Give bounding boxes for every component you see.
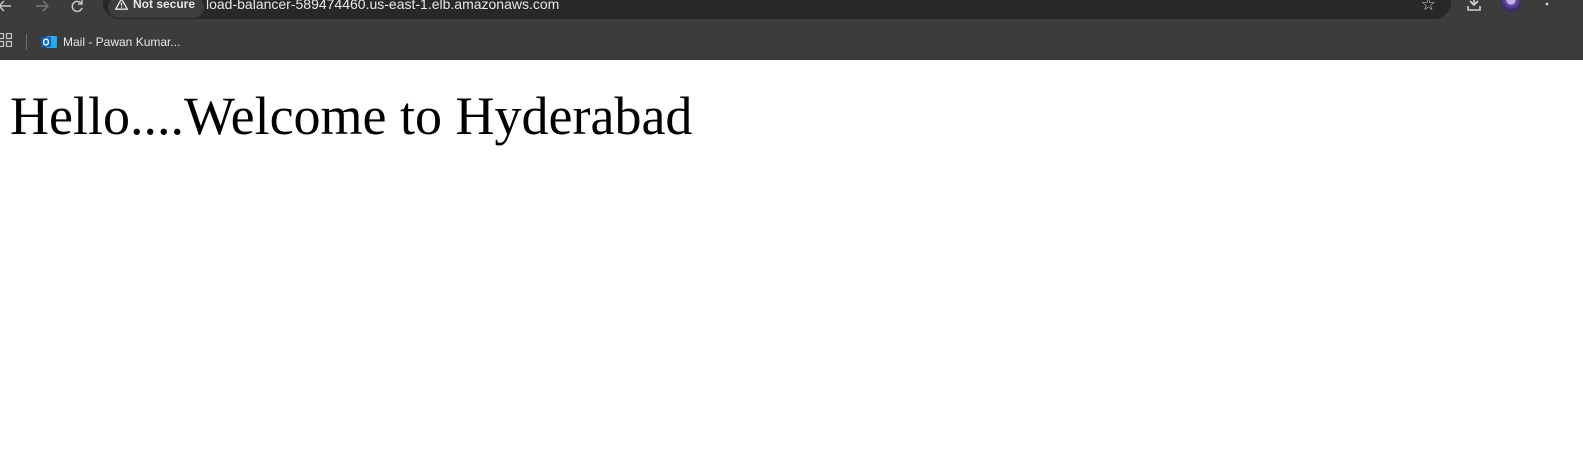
address-bar[interactable]: Not secure load-balancer-589474460.us-ea… [103, 0, 1451, 19]
arrow-right-icon [36, 0, 50, 12]
download-icon [1467, 0, 1481, 11]
security-indicator[interactable]: Not secure [108, 0, 205, 18]
download-button[interactable] [1466, 0, 1482, 17]
profile-avatar[interactable] [1501, 0, 1521, 12]
forward-button[interactable] [31, 0, 53, 14]
arrow-left-icon [0, 0, 11, 12]
reload-icon [71, 0, 83, 13]
apps-grid-icon[interactable] [0, 33, 12, 47]
page-content: Hello....Welcome to Hyderabad [0, 60, 1583, 470]
bookmark-label: Mail - Pawan Kumar... [63, 35, 181, 49]
bookmark-mail[interactable]: Mail - Pawan Kumar... [41, 31, 180, 53]
page-heading: Hello....Welcome to Hyderabad [10, 86, 693, 146]
browser-toolbar: Not secure load-balancer-589474460.us-ea… [0, 0, 1583, 24]
warning-icon [115, 0, 128, 10]
outlook-icon [41, 36, 57, 48]
reload-button[interactable] [66, 0, 88, 14]
bookmark-star-icon[interactable]: ☆ [1421, 0, 1436, 13]
bookmarks-bar: Mail - Pawan Kumar... [0, 24, 1583, 60]
back-button[interactable] [0, 0, 16, 14]
bookmarks-separator [26, 34, 27, 50]
security-label: Not secure [133, 0, 196, 11]
menu-button[interactable] [1544, 0, 1550, 15]
more-vertical-icon [1545, 2, 1549, 6]
url-text[interactable]: load-balancer-589474460.us-east-1.elb.am… [206, 0, 559, 13]
